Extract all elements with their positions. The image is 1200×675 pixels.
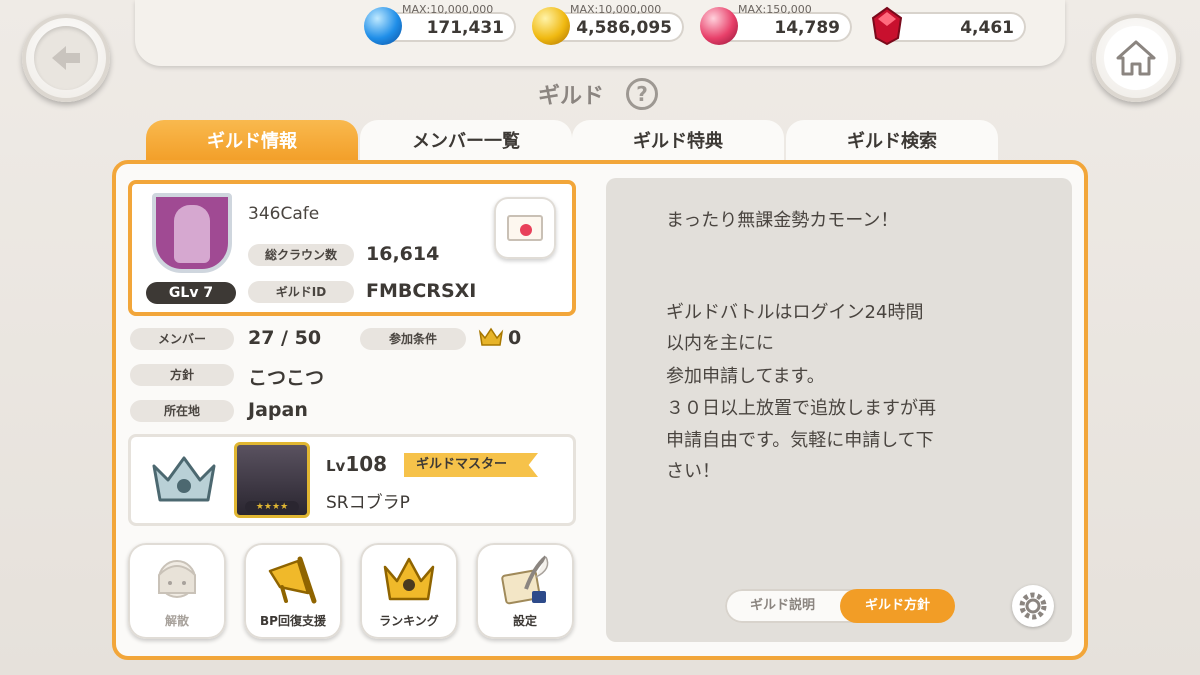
master-level: Lv108 xyxy=(326,452,387,476)
gear-icon xyxy=(1019,592,1047,620)
description-line: さい！ xyxy=(666,461,720,482)
resource-blue-orbs: MAX:10,000,000 171,431 xyxy=(364,3,516,45)
guild-name: 346Cafe xyxy=(248,204,320,224)
tab-member-list[interactable]: メンバー一覧 xyxy=(360,120,572,164)
tab-guild-benefits[interactable]: ギルド特典 xyxy=(572,120,784,164)
settings-button[interactable]: 設定 xyxy=(476,543,574,639)
policy-label: 方針 xyxy=(130,364,234,386)
action-label: 設定 xyxy=(512,614,537,628)
guild-id-value: FMBCRSXI xyxy=(366,280,477,302)
action-label: 解散 xyxy=(164,614,189,628)
policy-value: こつこつ xyxy=(248,367,325,389)
crown-icon xyxy=(383,557,435,601)
silver-crown-icon xyxy=(152,456,216,502)
master-portrait: ★★★★ xyxy=(234,442,310,518)
resource-max: MAX:150,000 xyxy=(738,3,812,16)
crowns-value: 16,614 xyxy=(366,243,440,265)
bp-recovery-button[interactable]: BP回復支援 xyxy=(244,543,342,639)
blue-orb-icon xyxy=(364,7,402,45)
description-line: ３０日以上放置で追放しますが再 xyxy=(666,398,936,419)
back-button[interactable] xyxy=(22,14,110,102)
location-value: Japan xyxy=(248,399,308,421)
tab-guild-search[interactable]: ギルド検索 xyxy=(786,120,998,164)
tab-guild-info[interactable]: ギルド情報 xyxy=(146,120,358,164)
resource-value: 4,586,095 xyxy=(576,18,672,38)
level-number: 108 xyxy=(345,452,388,476)
disband-button[interactable]: 解散 xyxy=(128,543,226,639)
crowns-label: 総クラウン数 xyxy=(248,244,354,266)
seal-icon xyxy=(520,224,532,236)
description-line: まったり無課金勢カモーン！ xyxy=(666,210,899,231)
location-label: 所在地 xyxy=(130,400,234,422)
join-condition-label: 参加条件 xyxy=(360,328,466,350)
guild-emblem xyxy=(152,193,232,273)
action-label: ランキング xyxy=(379,614,439,628)
description-line: 参加申請してます。 xyxy=(666,366,825,387)
members-label: メンバー xyxy=(130,328,234,350)
resource-value: 14,789 xyxy=(774,18,840,38)
members-value: 27 / 50 xyxy=(248,327,322,349)
resource-gold: MAX:10,000,000 4,586,095 xyxy=(532,3,684,45)
resource-max: MAX:10,000,000 xyxy=(402,3,494,16)
megaphone-icon xyxy=(268,556,317,604)
toggle-guild-description[interactable]: ギルド説明 xyxy=(725,589,840,623)
toggle-guild-policy[interactable]: ギルド方針 xyxy=(840,589,955,623)
guild-master-tag: ギルドマスター xyxy=(404,453,538,477)
description-line: ギルドバトルはログイン24時間 xyxy=(666,302,924,323)
pink-orb-icon xyxy=(700,7,738,45)
resource-gems[interactable]: 4,461 xyxy=(871,6,1026,46)
ranking-button[interactable]: ランキング xyxy=(360,543,458,639)
quill-paper-icon xyxy=(501,555,549,605)
edit-settings-button[interactable] xyxy=(1012,585,1054,627)
character-icon xyxy=(158,560,196,598)
resource-pink-orbs: MAX:150,000 14,789 xyxy=(700,3,852,45)
back-arrow-icon xyxy=(52,46,80,70)
level-prefix: Lv xyxy=(326,457,346,475)
guild-level-badge: GLv 7 xyxy=(146,282,236,304)
description-line: 申請自由です。気軽に申請して下 xyxy=(666,430,934,451)
guild-id-label: ギルドID xyxy=(248,281,354,303)
mail-button[interactable] xyxy=(494,197,556,259)
resource-value: 171,431 xyxy=(426,18,504,38)
home-icon xyxy=(1116,40,1156,76)
description-policy-toggle[interactable]: ギルド説明 ギルド方針 xyxy=(725,589,955,623)
master-name: SRコブラP xyxy=(326,493,410,513)
page-title: ギルド xyxy=(538,84,605,109)
resource-value: 4,461 xyxy=(960,18,1014,38)
home-button[interactable] xyxy=(1092,14,1180,102)
crown-icon xyxy=(478,327,504,346)
help-button[interactable]: ? xyxy=(626,78,658,110)
gold-orb-icon xyxy=(532,7,570,45)
red-gem-icon xyxy=(871,6,903,46)
description-line: 以内を主にに xyxy=(666,333,774,354)
resource-max: MAX:10,000,000 xyxy=(570,3,662,16)
action-label: BP回復支援 xyxy=(260,614,326,628)
rarity-stars: ★★★★ xyxy=(245,501,299,513)
join-condition-value: 0 xyxy=(508,327,522,349)
